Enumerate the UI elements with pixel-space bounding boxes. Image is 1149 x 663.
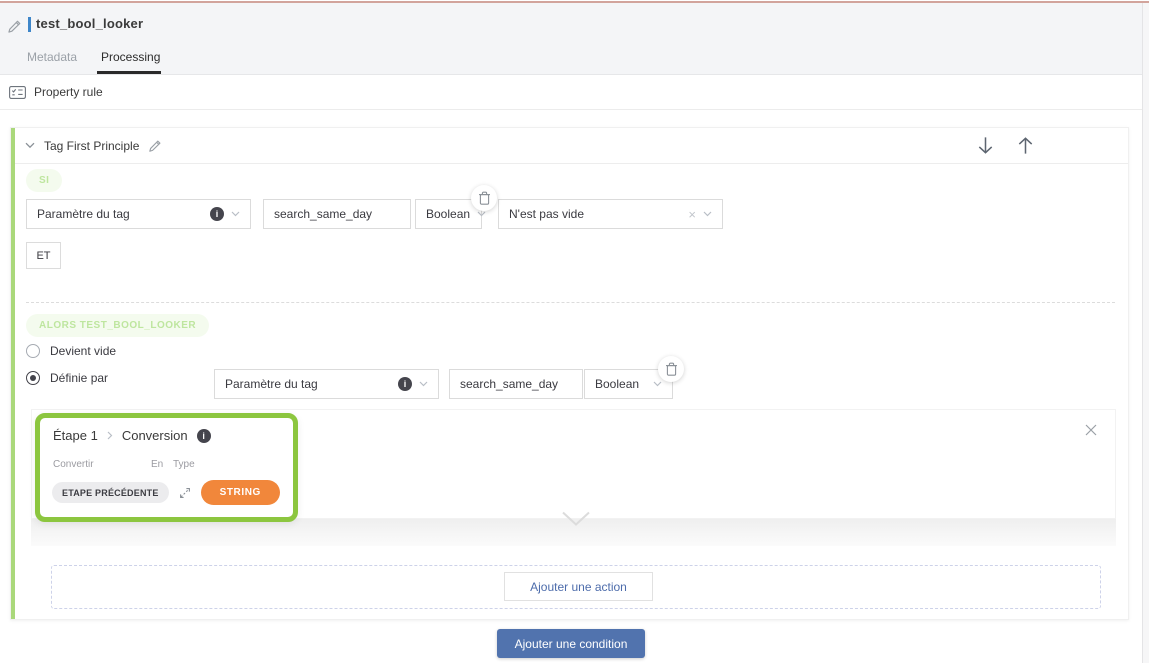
if-badge: SI xyxy=(26,169,62,192)
condition-source-select[interactable]: Paramètre du tag i xyxy=(26,199,251,229)
assignment-type-value: Boolean xyxy=(595,377,639,391)
option-defined-by-label: Définie par xyxy=(50,371,108,385)
section-divider xyxy=(26,302,1115,303)
chevron-down-icon xyxy=(231,211,240,217)
close-step-icon[interactable] xyxy=(1083,422,1099,438)
right-scroll-gutter[interactable] xyxy=(1142,3,1149,663)
property-rule-bar: Property rule xyxy=(0,75,1142,110)
condition-variable-input[interactable]: search_same_day xyxy=(263,199,411,229)
panel-collapse-chevron-icon[interactable] xyxy=(562,511,590,527)
delete-condition-trash-icon[interactable] xyxy=(471,185,497,211)
type-label: Type xyxy=(173,459,195,470)
rule-name: Tag First Principle xyxy=(44,139,139,153)
chevron-down-icon xyxy=(419,381,428,387)
rule-editor-page: test_bool_looker Metadata Processing Pro… xyxy=(0,0,1149,663)
info-icon[interactable]: i xyxy=(398,377,412,391)
conversion-step-card[interactable]: Étape 1 Conversion i Convertir En Type E… xyxy=(35,413,298,522)
chevron-down-icon xyxy=(703,211,712,217)
condition-operator-select[interactable]: N'est pas vide × xyxy=(498,199,723,229)
previous-step-chip[interactable]: ETAPE PRÉCÉDENTE xyxy=(52,482,169,503)
info-icon[interactable]: i xyxy=(210,207,224,221)
edit-title-pencil-icon[interactable] xyxy=(7,19,22,34)
and-connector-button[interactable]: ET xyxy=(26,242,61,269)
property-rule-label: Property rule xyxy=(34,85,103,99)
rule-card: Tag First Principle SI Paramètre du tag … xyxy=(10,127,1129,620)
add-action-button[interactable]: Ajouter une action xyxy=(504,572,653,601)
option-defined-by[interactable]: Définie par xyxy=(26,371,108,385)
chevron-down-icon xyxy=(653,381,662,387)
active-tab-underline xyxy=(97,71,161,74)
move-down-arrow-icon[interactable] xyxy=(972,132,998,158)
convert-label: Convertir xyxy=(53,459,94,470)
rule-card-header: Tag First Principle xyxy=(15,128,1128,164)
move-up-arrow-icon[interactable] xyxy=(1012,132,1038,158)
tab-metadata[interactable]: Metadata xyxy=(27,50,77,64)
info-icon[interactable]: i xyxy=(197,429,211,443)
property-rule-icon xyxy=(9,86,26,99)
assignment-variable-value: search_same_day xyxy=(460,377,558,391)
condition-operator-value: N'est pas vide xyxy=(509,207,584,221)
edit-rule-pencil-icon[interactable] xyxy=(148,139,162,153)
condition-variable-value: search_same_day xyxy=(274,207,372,221)
add-condition-button[interactable]: Ajouter une condition xyxy=(497,629,645,658)
then-badge: ALORS TEST_BOOL_LOOKER xyxy=(26,314,209,337)
chevron-down-icon xyxy=(477,211,486,217)
string-type-chip[interactable]: STRING xyxy=(201,480,280,505)
option-becomes-empty-label: Devient vide xyxy=(50,344,116,358)
rule-accent-bar xyxy=(11,128,15,619)
title-cursor-bar xyxy=(28,17,31,32)
assignment-source-select[interactable]: Paramètre du tag i xyxy=(214,369,439,399)
step-name: Étape 1 xyxy=(53,428,98,443)
radio-selected-icon[interactable] xyxy=(26,371,40,385)
step-type: Conversion xyxy=(122,428,188,443)
page-title: test_bool_looker xyxy=(36,16,143,31)
radio-unselected-icon[interactable] xyxy=(26,344,40,358)
conversion-values-row: ETAPE PRÉCÉDENTE STRING xyxy=(52,480,280,505)
delete-assignment-trash-icon[interactable] xyxy=(658,356,684,382)
to-label: En xyxy=(151,459,163,470)
tab-processing[interactable]: Processing xyxy=(101,50,160,64)
condition-source-value: Paramètre du tag xyxy=(37,207,130,221)
page-header: test_bool_looker Metadata Processing xyxy=(0,3,1149,75)
assignment-source-value: Paramètre du tag xyxy=(225,377,318,391)
assignment-variable-input[interactable]: search_same_day xyxy=(449,369,583,399)
option-becomes-empty[interactable]: Devient vide xyxy=(26,344,116,358)
step-title-row: Étape 1 Conversion i xyxy=(53,428,211,443)
convert-arrows-icon xyxy=(177,485,193,501)
collapse-chevron-icon[interactable] xyxy=(25,142,35,149)
breadcrumb-chevron-icon xyxy=(107,431,113,440)
condition-type-value: Boolean xyxy=(426,207,470,221)
clear-icon[interactable]: × xyxy=(688,208,696,221)
